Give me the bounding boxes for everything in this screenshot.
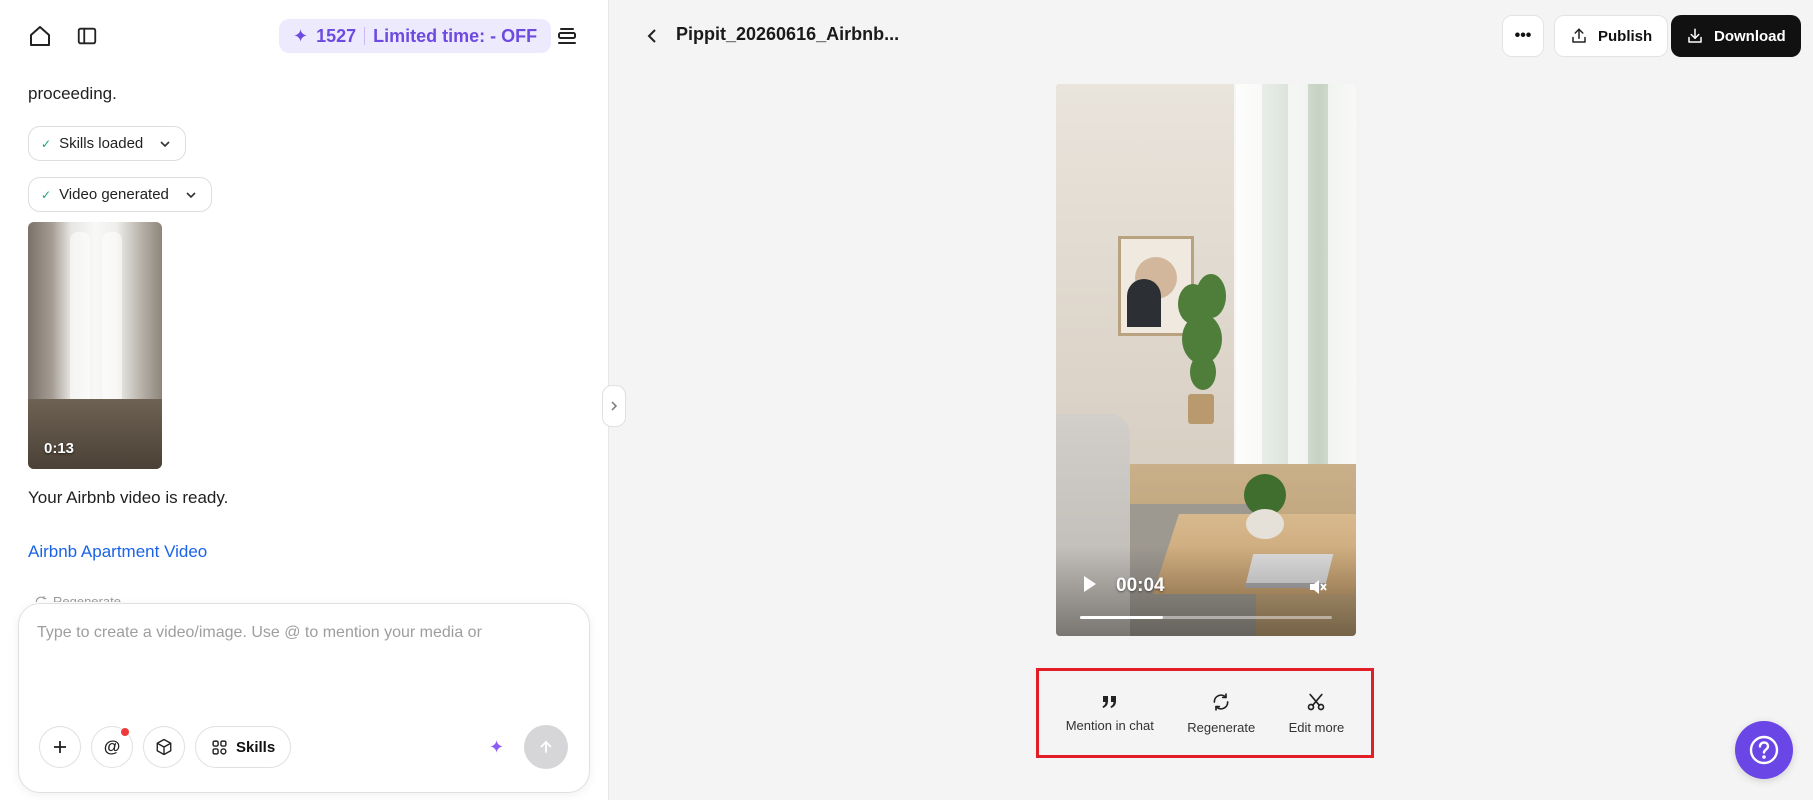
skills-label: Skills [236, 738, 276, 756]
ready-message: Your Airbnb video is ready. [28, 488, 229, 507]
at-sign-icon: @ [103, 737, 121, 756]
leaf-shape [1196, 274, 1226, 318]
video-link[interactable]: Airbnb Apartment Video [28, 542, 207, 562]
art-shape [1127, 279, 1161, 327]
enhance-prompt-button[interactable]: ✦ [489, 737, 504, 758]
skills-button[interactable]: Skills [195, 726, 292, 768]
promo-divider [364, 27, 366, 45]
project-title: Pippit_20260616_Airbnb... [676, 24, 900, 44]
publish-label: Publish [1598, 27, 1653, 45]
message-text-truncated: proceeding. [28, 84, 117, 103]
regenerate-button[interactable]: Regenerate [1187, 692, 1255, 735]
pill-label: Video generated [59, 186, 169, 203]
chevron-down-icon [186, 191, 196, 198]
floor-shape [28, 399, 162, 469]
upload-icon [1572, 28, 1586, 43]
scene-bowl [1246, 509, 1284, 539]
download-label: Download [1714, 27, 1786, 45]
action-label: Edit more [1288, 719, 1345, 735]
chevron-down-icon [160, 140, 170, 147]
scissors-icon [1308, 693, 1325, 710]
promo-offer-text: Limited time: - OFF [373, 25, 538, 46]
back-button[interactable] [634, 18, 670, 54]
skills-grid-icon [212, 739, 227, 755]
cube-icon [156, 738, 172, 756]
check-icon: ✓ [41, 136, 52, 151]
skills-loaded-pill[interactable]: ✓ Skills loaded [28, 126, 187, 161]
pot-shape [1188, 394, 1214, 424]
prompt-input[interactable] [37, 624, 567, 694]
video-player[interactable]: 00:04 [1056, 84, 1356, 636]
chat-panel: ✦ 1527 Limited time: - OFF proceeding. ✓… [0, 0, 609, 800]
video-actions-bar: Mention in chat Regenerate Edit more [1036, 668, 1374, 758]
prompt-composer: @ Skills ✦ [18, 603, 590, 793]
play-icon [1084, 576, 1096, 592]
progress-track[interactable] [1080, 616, 1332, 619]
left-top-bar: ✦ 1527 Limited time: - OFF [0, 0, 608, 72]
download-button[interactable]: Download [1671, 15, 1801, 57]
current-time: 00:04 [1116, 575, 1165, 596]
video-generated-pill[interactable]: ✓ Video generated [28, 177, 212, 212]
action-label: Regenerate [1187, 719, 1256, 735]
sparkle-icon: ✦ [489, 737, 505, 757]
chat-thread: proceeding. ✓ Skills loaded ✓ Video gene… [0, 72, 608, 602]
more-options-button[interactable]: ••• [1502, 15, 1544, 57]
stack-menu-icon [558, 28, 576, 44]
curtain-shape [70, 232, 90, 412]
history-menu-button[interactable] [549, 18, 585, 54]
publish-button[interactable]: Publish [1554, 15, 1669, 57]
credits-promo-badge[interactable]: ✦ 1527 Limited time: - OFF [279, 19, 552, 53]
arrow-up-icon [540, 740, 552, 753]
toggle-sidebar-button[interactable] [69, 18, 105, 54]
mute-button[interactable] [1308, 578, 1328, 601]
scene-plant [1172, 274, 1232, 424]
home-button[interactable] [22, 18, 58, 54]
mention-in-chat-button[interactable]: Mention in chat [1066, 694, 1154, 733]
regenerate-link[interactable]: Regenerate [34, 594, 121, 602]
credits-count: 1527 [316, 25, 357, 46]
check-icon: ✓ [41, 187, 52, 202]
chevron-right-icon [611, 401, 618, 411]
edit-more-button[interactable]: Edit more [1288, 692, 1345, 735]
leaf-shape [1190, 354, 1216, 390]
collapse-panel-handle[interactable] [602, 385, 626, 427]
help-button[interactable] [1735, 721, 1793, 779]
home-icon [30, 26, 50, 46]
muted-speaker-icon [1310, 580, 1327, 594]
mention-button[interactable]: @ [91, 726, 133, 768]
notification-dot [121, 728, 129, 736]
help-icon [1749, 735, 1779, 765]
video-duration: 0:13 [44, 440, 75, 457]
video-thumbnail[interactable]: 0:13 [28, 222, 162, 469]
refresh-icon [1213, 692, 1229, 711]
chevron-left-icon [647, 29, 656, 43]
quote-icon [1102, 695, 1116, 708]
sidebar-icon [77, 27, 97, 45]
plus-icon [54, 741, 66, 753]
play-button[interactable] [1082, 574, 1098, 599]
regenerate-label: Regenerate [53, 594, 121, 602]
refresh-icon [35, 595, 47, 602]
action-label: Mention in chat [1065, 717, 1154, 733]
curtain-shape [102, 232, 122, 412]
send-button[interactable] [524, 725, 568, 769]
sparkle-icon: ✦ [293, 25, 309, 46]
assets-button[interactable] [143, 726, 185, 768]
add-attachment-button[interactable] [39, 726, 81, 768]
pill-label: Skills loaded [59, 135, 144, 152]
player-controls: 00:04 [1056, 556, 1356, 636]
download-icon [1688, 28, 1702, 43]
ellipsis-icon: ••• [1514, 27, 1532, 44]
progress-fill [1080, 616, 1164, 619]
